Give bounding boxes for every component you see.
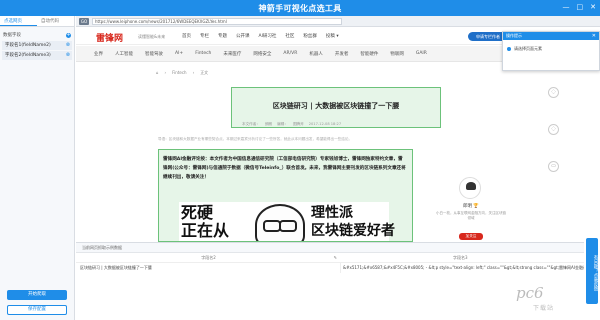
remove-field-icon[interactable]: ⊗ xyxy=(66,51,70,60)
image-text-right: 理性派 区块链爱好者 xyxy=(311,205,395,239)
article-content-selection[interactable]: 雷锋网AI金融评论按：本文作者为中国信息通信研究院（工信部电信研究院）专家钱旭博… xyxy=(158,149,413,242)
popup-body: 请选择页面元素 xyxy=(503,40,599,58)
popup-title: 操作提示 xyxy=(506,33,522,38)
table-row[interactable]: 区块链研习 | 大数据被区块链撞了一下腰 &#x5171;&#x6587;&#x… xyxy=(76,263,584,273)
weibo-icon[interactable]: ◌ xyxy=(548,124,559,135)
watermark-sub: 下载站 xyxy=(533,305,555,312)
comment-icon[interactable]: ▭ xyxy=(548,161,559,172)
category-item[interactable]: 业界 xyxy=(94,51,103,57)
site-logo[interactable]: 雷锋网 xyxy=(96,31,123,44)
breadcrumb-separator: › xyxy=(192,70,195,75)
category-item[interactable]: 未来医疗 xyxy=(223,51,241,57)
results-panel: 当前网页抓取示例数据 字段名2 ✎ 字段名3 区块链研习 | 大数据被区块链撞了… xyxy=(76,242,584,320)
add-field-icon[interactable]: + xyxy=(66,33,71,38)
window-controls: — □ ✕ xyxy=(563,3,597,12)
category-item[interactable]: 物联网 xyxy=(390,51,404,57)
top-nav-item[interactable]: 粉丝群 xyxy=(303,33,317,39)
article-content[interactable]: 雷锋网AI金融评论按：本文作者为中国信息通信研究院（工信部电信研究院）专家钱旭博… xyxy=(163,156,407,182)
top-nav-item[interactable]: 专栏 xyxy=(200,33,209,39)
category-item[interactable]: GAIR xyxy=(416,51,427,57)
column-header-label: 字段名2 xyxy=(201,255,216,260)
top-nav-item[interactable]: 投稿 ▾ xyxy=(326,33,339,39)
meta-author[interactable]: 朗朗 xyxy=(265,122,272,127)
top-nav: 首页 专栏 专题 公开课 AI研习社 社区 粉丝群 投稿 ▾ xyxy=(182,33,339,39)
fields-header: 数据字段 + xyxy=(0,31,74,40)
tab-auto-code[interactable]: 自动代码 xyxy=(37,16,74,26)
left-panel: 点选网页 自动代码 数据字段 + 字段名1(fieldName2) ⊗ 字段名2… xyxy=(0,16,75,320)
top-nav-item[interactable]: 专题 xyxy=(218,33,227,39)
feedback-tab[interactable]: 有问题？点我反馈 xyxy=(586,238,598,304)
title-bar: 神箭手可视化点选工具 — □ ✕ xyxy=(0,0,600,16)
category-item[interactable]: 网络安全 xyxy=(253,51,271,57)
wechat-icon[interactable]: ◌ xyxy=(548,87,559,98)
column-header[interactable]: 字段名3 xyxy=(341,253,584,262)
author-avatar[interactable] xyxy=(459,177,481,199)
article-summary: 导语：区块链和大数据产业有哪些契合点，本期过来嘉宾分析讨论了一些所答，就此从本问… xyxy=(158,137,353,141)
author-desc: 小白一枚，从事互联网金融方向，关注区块链领域 xyxy=(436,211,506,220)
category-item[interactable]: 智能驾驶 xyxy=(145,51,163,57)
category-item[interactable]: 智能硬件 xyxy=(360,51,378,57)
remove-field-icon[interactable]: ⊗ xyxy=(66,41,70,50)
watermark-logo: pc6 xyxy=(516,284,544,302)
left-panel-tabs: 点选网页 自动代码 xyxy=(0,16,74,27)
author-name[interactable]: 郎明 🏆 xyxy=(431,203,511,209)
fields-header-label: 数据字段 xyxy=(3,33,21,38)
category-item[interactable]: 开发者 xyxy=(335,51,349,57)
close-icon[interactable]: ✕ xyxy=(590,3,596,12)
field-item[interactable]: 字段名1(fieldName2) ⊗ xyxy=(2,41,72,50)
column-header-label: 字段名3 xyxy=(453,255,468,260)
url-bar: GO https://www.leiphone.com/news/201712/… xyxy=(76,16,600,27)
close-icon[interactable]: ✕ xyxy=(592,32,596,40)
category-item[interactable]: 人工智能 xyxy=(115,51,133,57)
meta-label: 本文作者： xyxy=(242,122,260,126)
meta-editor: 图腾斧 xyxy=(292,122,304,126)
breadcrumb-separator: › xyxy=(164,70,167,75)
field-item-label: 字段名1(fieldName2) xyxy=(5,43,51,48)
column-header[interactable]: 字段名2 ✎ xyxy=(76,253,341,262)
category-item[interactable]: 机器人 xyxy=(309,51,323,57)
app-title: 神箭手可视化点选工具 xyxy=(258,4,342,13)
meta-label: 编辑： xyxy=(277,122,288,126)
home-icon[interactable]: ⌂ xyxy=(156,70,159,76)
article-title-selection[interactable]: 区块链研习 | 大数据被区块链撞了一下腰 本文作者： 朗朗 编辑： 图腾斧 20… xyxy=(231,87,441,128)
breadcrumb-item: 正文 xyxy=(200,70,209,75)
top-nav-item[interactable]: 公开课 xyxy=(236,33,250,39)
info-dot-icon xyxy=(507,47,511,51)
popup-header: 操作提示 ✕ xyxy=(503,32,599,40)
save-config-button[interactable]: 保存配置 xyxy=(7,305,67,315)
table-cell: &#x5171;&#x6587;&#x4F5C;&#x8005; - &lt;p… xyxy=(343,265,584,270)
cartoon-face-image xyxy=(255,204,305,241)
category-item[interactable]: AI+ xyxy=(175,51,183,57)
field-item-label: 字段名2(fieldName3) xyxy=(5,53,51,58)
breadcrumb: ⌂ › Fintech › 正文 xyxy=(156,70,208,76)
author-card: 郎明 🏆 小白一枚，从事互联网金融方向，关注区块链领域 加关注 xyxy=(431,175,511,242)
article-title[interactable]: 区块链研习 | 大数据被区块链撞了一下腰 xyxy=(232,101,440,111)
operation-tip-popup: 操作提示 ✕ 请选择页面元素 xyxy=(502,31,600,71)
edit-icon[interactable]: ✎ xyxy=(334,253,337,262)
top-nav-item[interactable]: AI研习社 xyxy=(259,33,277,39)
meta-date: 2017-12-08 18:27 xyxy=(308,122,342,126)
top-nav-item[interactable]: 首页 xyxy=(182,33,191,39)
site-slogan: 读懂智能&未来 xyxy=(138,34,166,39)
popup-message: 请选择页面元素 xyxy=(514,46,542,51)
top-nav-item[interactable]: 社区 xyxy=(285,33,294,39)
breadcrumb-item[interactable]: Fintech xyxy=(172,70,186,76)
category-item[interactable]: AR/VR xyxy=(283,51,297,57)
share-icons: ◌ ◌ ▭ xyxy=(548,87,559,172)
image-text-left: 死硬 正在从 xyxy=(181,203,230,240)
maximize-icon[interactable]: □ xyxy=(577,3,584,12)
minimize-icon[interactable]: — xyxy=(563,3,570,12)
article-meta: 本文作者： 朗朗 编辑： 图腾斧 2017-12-08 18:27 xyxy=(242,122,492,127)
field-item[interactable]: 字段名2(fieldName3) ⊗ xyxy=(2,51,72,60)
tab-point-select[interactable]: 点选网页 xyxy=(0,16,37,26)
start-crawl-button[interactable]: 开始爬取 xyxy=(7,290,67,300)
article-image: 死硬 正在从 理性派 区块链爱好者 xyxy=(179,202,395,241)
results-header: 字段名2 ✎ 字段名3 xyxy=(76,253,584,263)
results-bar: 当前网页抓取示例数据 xyxy=(76,243,584,253)
category-item[interactable]: Fintech xyxy=(195,51,211,57)
table-cell: 区块链研习 | 大数据被区块链撞了一下腰 xyxy=(76,263,341,273)
go-button[interactable]: GO xyxy=(79,18,89,25)
follow-button[interactable]: 加关注 xyxy=(459,233,483,240)
url-input[interactable]: https://www.leiphone.com/news/201712/6WD… xyxy=(92,18,342,25)
